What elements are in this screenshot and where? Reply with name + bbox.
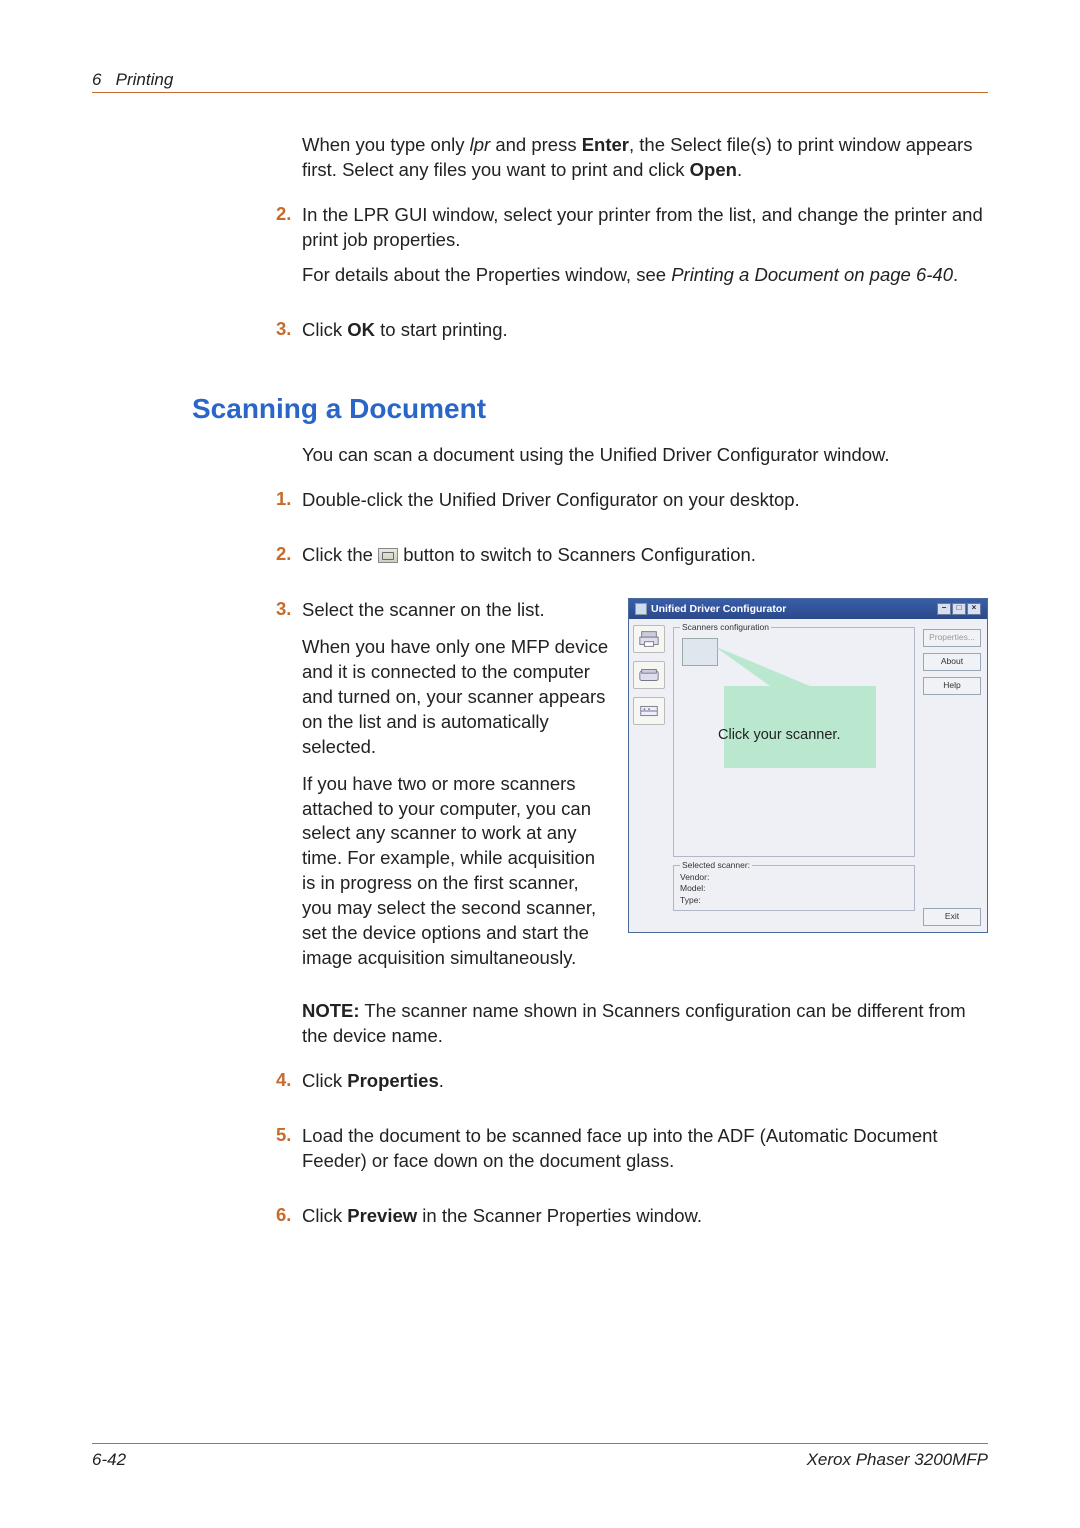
scanner-config-icon [378,548,398,563]
scan-intro: You can scan a document using the Unifie… [302,443,988,468]
vendor-label: Vendor: [680,872,908,883]
minimize-icon[interactable]: − [937,603,951,615]
lpr-text: lpr [470,134,491,155]
step-2-detail: For details about the Properties window,… [302,263,988,288]
step-number: 5. [276,1124,302,1146]
configurator-window: Unified Driver Configurator − □ × [628,598,988,933]
titlebar: Unified Driver Configurator − □ × [629,599,987,619]
exit-button[interactable]: Exit [923,908,981,926]
product-name: Xerox Phaser 3200MFP [807,1450,988,1470]
scan-step-3-p1: Select the scanner on the list. [302,598,610,623]
page-footer: 6-42 Xerox Phaser 3200MFP [92,1443,988,1470]
scan-step-4: 4. Click Properties. [302,1069,988,1104]
maximize-icon[interactable]: □ [952,603,966,615]
configurator-screenshot: Unified Driver Configurator − □ × [628,598,988,933]
content: When you type only lpr and press Enter, … [302,133,988,353]
selected-scanner-group: Selected scanner: Vendor: Model: Type: [673,865,915,911]
scanners-icon[interactable] [633,661,665,689]
window-controls: − □ × [937,603,981,615]
scan-step-3-p2: When you have only one MFP device and it… [302,635,610,760]
step-2-prev: 2. In the LPR GUI window, select your pr… [302,203,988,298]
scan-step-5: 5. Load the document to be scanned face … [302,1124,988,1184]
scan-content: You can scan a document using the Unifie… [302,443,988,1239]
properties-label: Properties [347,1070,439,1091]
scan-step-5-text: Load the document to be scanned face up … [302,1124,988,1174]
scan-step-6-text: Click Preview in the Scanner Properties … [302,1204,988,1229]
scan-step-3-p3: If you have two or more scanners attache… [302,772,610,972]
group-title: Scanners configuration [680,622,771,633]
section-heading: Scanning a Document [192,393,988,425]
scanner-item[interactable] [682,638,718,666]
callout [710,642,880,768]
ok-label: OK [347,319,375,340]
chapter-number: 6 [92,70,101,89]
help-button[interactable]: Help [923,677,981,695]
step-3-prev: 3. Click OK to start printing. [302,318,988,353]
enter-key: Enter [582,134,629,155]
type-label: Type: [680,895,908,906]
step-2-text: In the LPR GUI window, select your print… [302,203,988,253]
lpr-paragraph: When you type only lpr and press Enter, … [302,133,988,183]
chapter-ref: 6 Printing [92,70,173,89]
scan-step-2-text: Click the button to switch to Scanners C… [302,543,988,568]
step-number: 6. [276,1204,302,1226]
scan-step-3: 3. Select the scanner on the list. When … [302,598,988,982]
properties-button[interactable]: Properties... [923,629,981,647]
note-label: NOTE: [302,1000,360,1021]
scan-step-1-text: Double-click the Unified Driver Configur… [302,488,988,513]
group-title: Selected scanner: [680,860,752,871]
preview-label: Preview [347,1205,417,1226]
printers-icon[interactable] [633,625,665,653]
window-title: Unified Driver Configurator [651,602,786,616]
scan-step-4-text: Click Properties. [302,1069,988,1094]
xref: Printing a Document on page 6-40 [671,264,953,285]
ports-icon[interactable] [633,697,665,725]
chapter-title: Printing [116,70,174,89]
step-number: 4. [276,1069,302,1091]
step-number: 3. [276,598,302,620]
step-number: 2. [276,203,302,225]
scanners-list-group: Scanners configuration Click your scanne… [673,627,915,857]
scan-step-1: 1. Double-click the Unified Driver Confi… [302,488,988,523]
note-paragraph: NOTE: The scanner name shown in Scanners… [302,999,988,1049]
open-label: Open [690,159,737,180]
step-number: 2. [276,543,302,565]
scan-step-6: 6. Click Preview in the Scanner Properti… [302,1204,988,1239]
step-3-text: Click OK to start printing. [302,318,988,343]
close-icon[interactable]: × [967,603,981,615]
about-button[interactable]: About [923,653,981,671]
app-icon [635,603,647,615]
page-number: 6-42 [92,1450,126,1470]
scan-step-2: 2. Click the button to switch to Scanner… [302,543,988,578]
side-toolbar [629,619,669,932]
step-number: 3. [276,318,302,340]
page-header: 6 Printing [92,70,988,93]
model-label: Model: [680,883,908,894]
step-number: 1. [276,488,302,510]
callout-text: Click your scanner. [718,726,841,746]
